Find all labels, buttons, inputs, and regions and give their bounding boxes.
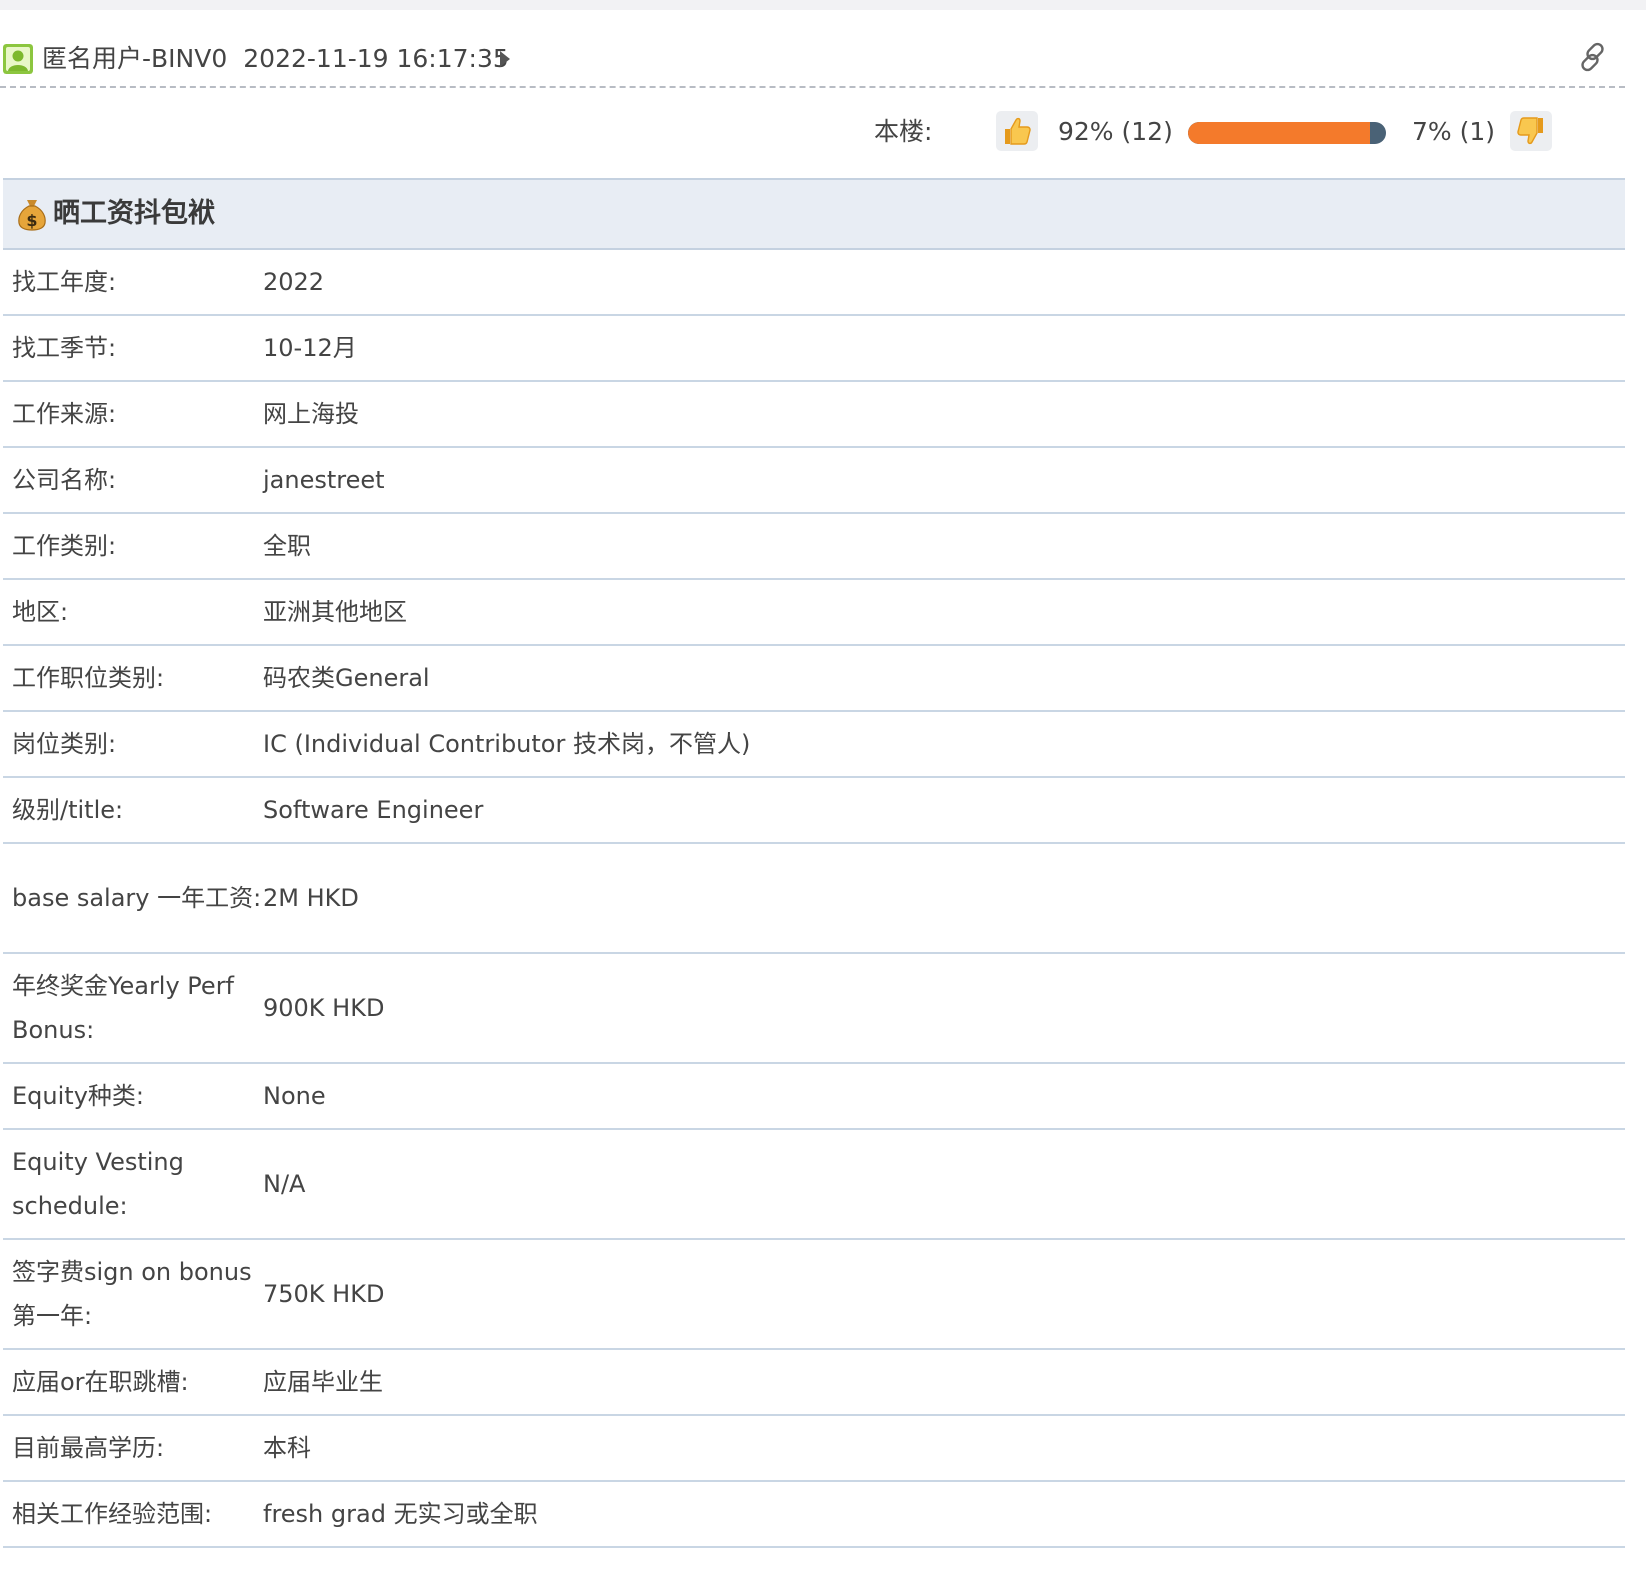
row-value: 本科 [263,1434,311,1462]
vote-row: 本楼: 92% (12) 7% (1) [0,108,1625,156]
downvote-button[interactable] [1510,111,1552,151]
row-label: 岗位类别: [12,730,117,758]
caret-right-icon[interactable] [496,49,516,69]
row-value: 码农类General [263,664,430,692]
row-label: 应届or在职跳槽: [12,1368,189,1396]
author-line: 匿名用户-BINV0 2022-11-19 16:17:35 [42,43,509,75]
table-row: 应届or在职跳槽: 应届毕业生 [3,1350,1625,1416]
row-label: Equity种类: [12,1082,144,1110]
row-label: 找工年度: [12,268,117,296]
table-row: 公司名称: janestreet [3,448,1625,514]
table-row: 签字费sign on bonus第一年: 750K HKD [3,1240,1625,1350]
post-header: 匿名用户-BINV0 2022-11-19 16:17:35 [0,36,1625,88]
row-label: 级别/title: [12,796,124,824]
row-value: Software Engineer [263,796,484,824]
row-value: IC (Individual Contributor 技术岗，不管人) [263,730,751,758]
svg-text:$: $ [26,211,37,230]
row-label: 找工季节: [12,334,117,362]
author-name[interactable]: 匿名用户-BINV0 [42,44,227,73]
vote-label: 本楼: [874,117,933,146]
row-value: 网上海投 [263,400,359,428]
row-label: base salary 一年工资: [12,884,262,912]
table-row: 找工年度: 2022 [3,250,1625,316]
section-title: 晒工资抖包袱 [53,198,215,229]
row-value: 2M HKD [263,884,359,912]
upvote-button[interactable] [996,111,1038,151]
row-label: 签字费sign on bonus第一年: [12,1258,252,1330]
money-bag-icon: $ [18,200,46,231]
table-row: Equity种类: None [3,1064,1625,1130]
row-value: 750K HKD [263,1280,385,1308]
table-row: 岗位类别: IC (Individual Contributor 技术岗，不管人… [3,712,1625,778]
row-value: fresh grad 无实习或全职 [263,1500,538,1528]
row-label: 目前最高学历: [12,1434,165,1462]
table-row: 级别/title: Software Engineer [3,778,1625,844]
row-label: 工作职位类别: [12,664,165,692]
link-icon[interactable] [1576,40,1610,74]
row-value: N/A [263,1170,306,1198]
row-value: 2022 [263,268,325,296]
row-label: 相关工作经验范围: [12,1500,213,1528]
row-value: None [263,1082,326,1110]
row-value: janestreet [263,466,385,494]
table-row: 工作类别: 全职 [3,514,1625,580]
row-value: 亚洲其他地区 [263,598,407,626]
table-row: base salary 一年工资: 2M HKD [3,844,1625,954]
row-label: 工作类别: [12,532,117,560]
user-avatar-icon[interactable] [3,44,33,74]
table-row: 目前最高学历: 本科 [3,1416,1625,1482]
row-label: 地区: [12,598,69,626]
row-value: 10-12月 [263,334,357,362]
row-value: 应届毕业生 [263,1368,383,1396]
downvote-percent: 7% (1) [1412,117,1496,146]
row-label: 公司名称: [12,466,117,494]
table-row: 工作来源: 网上海投 [3,382,1625,448]
table-row: Equity Vesting schedule: N/A [3,1130,1625,1240]
table-row: 工作职位类别: 码农类General [3,646,1625,712]
table-row: 地区: 亚洲其他地区 [3,580,1625,646]
row-label: 年终奖金Yearly Perf Bonus: [12,972,235,1044]
table-row: 找工季节: 10-12月 [3,316,1625,382]
row-value: 全职 [263,532,311,560]
top-strip [0,0,1646,10]
post-timestamp: 2022-11-19 16:17:35 [243,44,509,73]
row-label: 工作来源: [12,400,117,428]
salary-section: $ 晒工资抖包袱 找工年度: 2022 找工季节: 10-12月 工作来源: 网… [3,178,1625,1548]
section-header: $ 晒工资抖包袱 [3,178,1625,250]
vote-ratio-bar [1188,122,1386,144]
thumbs-down-icon [1517,117,1543,145]
vote-ratio-fill [1188,122,1371,144]
table-row: 相关工作经验范围: fresh grad 无实习或全职 [3,1482,1625,1548]
table-row: 年终奖金Yearly Perf Bonus: 900K HKD [3,954,1625,1064]
row-label: Equity Vesting schedule: [12,1148,184,1220]
row-value: 900K HKD [263,994,385,1022]
upvote-percent: 92% (12) [1058,117,1173,146]
thumbs-up-icon [1005,117,1031,145]
